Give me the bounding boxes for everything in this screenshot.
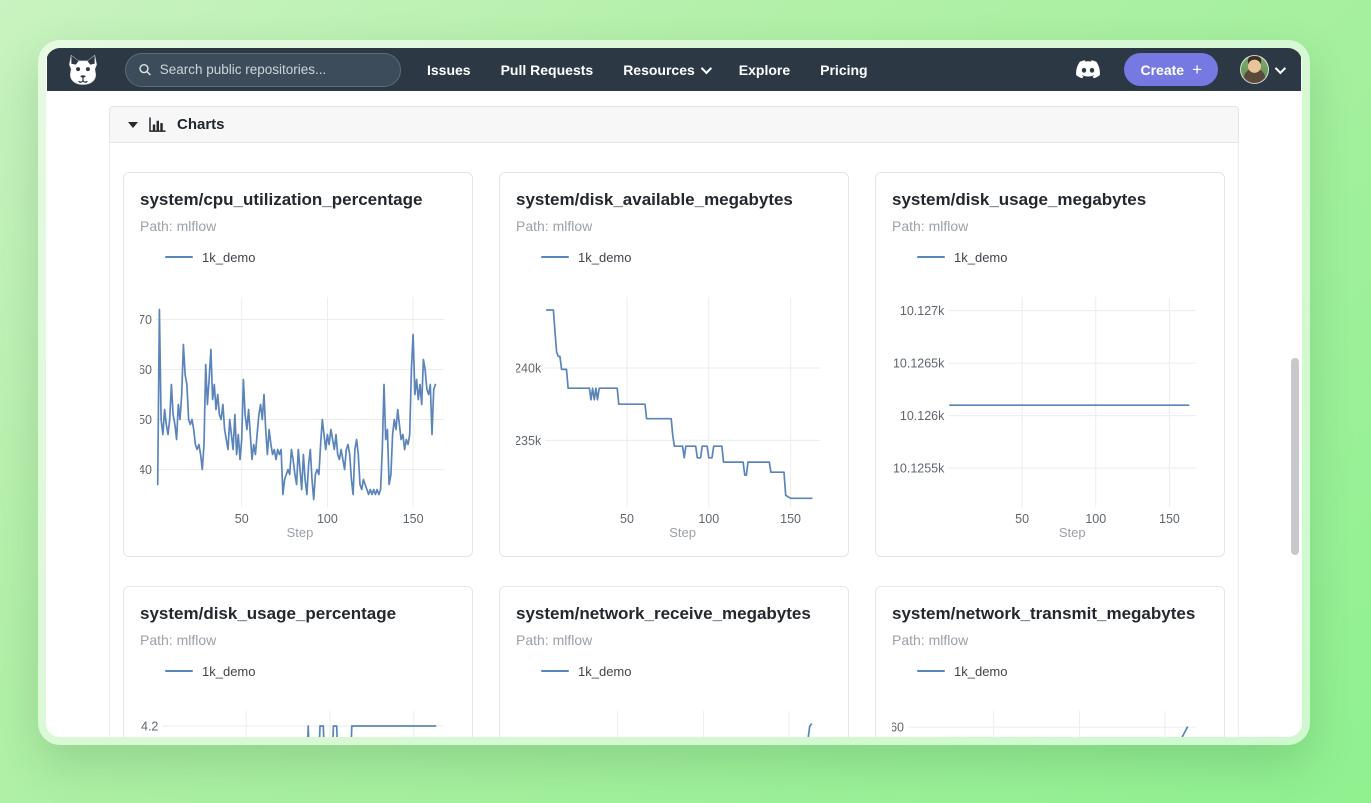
create-button[interactable]: Create + [1124,53,1218,86]
legend-series-label[interactable]: 1k_demo [202,664,255,679]
chart-path-label: Path: mlflow [892,217,1208,235]
chart-card-network-transmit: system/network_transmit_megabytes Path: … [875,586,1225,737]
chevron-down-icon [701,62,712,73]
charts-panel-title: Charts [177,116,225,133]
avatar[interactable] [1240,55,1269,84]
svg-text:70: 70 [140,313,152,327]
svg-text:100: 100 [317,512,338,526]
nav-item-resources-label: Resources [623,62,695,78]
search-bar[interactable] [125,53,401,87]
chart-title: system/network_transmit_megabytes [892,603,1208,625]
svg-text:150: 150 [403,512,424,526]
svg-text:50: 50 [140,413,152,427]
line-plot[interactable]: 50 100 150 10.1255k 10.126k 10.1265k 10.127k St… [892,289,1208,546]
chart-legend: 1k_demo [541,663,832,679]
svg-text:10.1255k: 10.1255k [893,462,945,476]
user-menu-chevron-icon [1275,62,1286,73]
chart-path-label: Path: mlflow [516,217,832,235]
chart-path-label: Path: mlflow [516,631,832,649]
legend-line-swatch[interactable] [165,256,193,259]
create-button-label: Create [1140,62,1184,78]
legend-line-swatch[interactable] [917,256,945,259]
legend-line-swatch[interactable] [541,670,569,673]
line-plot[interactable]: 50 100 150 235k 240k Step [516,289,832,546]
chart-title: system/disk_usage_percentage [140,603,456,625]
vertical-scrollbar-thumb[interactable] [1291,358,1299,555]
plus-icon: + [1192,60,1202,80]
chart-legend: 1k_demo [541,249,832,265]
svg-text:150: 150 [1159,512,1180,526]
top-navbar: Issues Pull Requests Resources Explore P… [47,48,1301,91]
svg-text:240k: 240k [516,361,542,375]
svg-text:10.1265k: 10.1265k [893,357,945,371]
nav-item-issues[interactable]: Issues [427,62,471,78]
svg-text:50: 50 [1015,512,1029,526]
svg-text:50: 50 [235,512,249,526]
svg-text:10.126k: 10.126k [900,409,945,423]
svg-text:40: 40 [140,463,152,477]
line-plot[interactable]: 50100150204060Step [892,703,1208,737]
chart-legend: 1k_demo [165,663,456,679]
discord-icon[interactable] [1076,60,1102,80]
charts-panel-header[interactable]: Charts [109,106,1239,143]
line-plot[interactable]: 50 100 150 40 50 60 70 Step [140,289,456,546]
nav-item-pull-requests[interactable]: Pull Requests [501,62,594,78]
svg-text:10.127k: 10.127k [900,304,945,318]
svg-text:Step: Step [287,525,314,540]
svg-text:100: 100 [1085,512,1106,526]
chart-path-label: Path: mlflow [892,631,1208,649]
charts-panel: Charts system/cpu_utilization_percentage… [109,106,1239,737]
chart-legend: 1k_demo [917,249,1208,265]
line-plot[interactable]: 5010015044.14.2Step [140,703,456,737]
chart-title: system/cpu_utilization_percentage [140,189,456,211]
chart-card-cpu-utilization: system/cpu_utilization_percentage Path: … [123,172,473,557]
legend-series-label[interactable]: 1k_demo [578,250,631,265]
dog-logo-icon [65,53,101,87]
page-content: Charts system/cpu_utilization_percentage… [46,106,1302,737]
search-input[interactable] [160,62,388,77]
charts-grid: system/cpu_utilization_percentage Path: … [109,143,1239,737]
svg-text:150: 150 [780,512,801,526]
svg-text:235k: 235k [516,434,542,448]
nav-item-explore[interactable]: Explore [739,62,790,78]
svg-text:Step: Step [669,525,696,540]
legend-line-swatch[interactable] [165,670,193,673]
chart-legend: 1k_demo [917,663,1208,679]
user-menu[interactable] [1240,55,1283,84]
legend-series-label[interactable]: 1k_demo [954,664,1007,679]
nav-item-resources[interactable]: Resources [623,62,709,78]
chart-card-network-receive: system/network_receive_megabytes Path: m… [499,586,849,737]
svg-text:60: 60 [892,721,904,735]
svg-text:100: 100 [698,512,719,526]
legend-line-swatch[interactable] [541,256,569,259]
nav-links: Issues Pull Requests Resources Explore P… [427,62,868,78]
legend-series-label[interactable]: 1k_demo [578,664,631,679]
chart-path-label: Path: mlflow [140,217,456,235]
collapse-caret-icon [128,122,138,128]
svg-text:Step: Step [1059,525,1086,540]
dagshub-logo[interactable] [65,52,103,88]
legend-series-label[interactable]: 1k_demo [954,250,1007,265]
search-icon [138,62,152,77]
app-window: Issues Pull Requests Resources Explore P… [38,40,1310,745]
bar-chart-icon [149,117,166,132]
svg-text:60: 60 [140,363,152,377]
svg-text:4.2: 4.2 [141,720,158,734]
chart-legend: 1k_demo [165,249,456,265]
app-window-inner: Issues Pull Requests Resources Explore P… [46,48,1302,737]
chart-card-disk-usage-pct: system/disk_usage_percentage Path: mlflo… [123,586,473,737]
chart-title: system/network_receive_megabytes [516,603,832,625]
chart-card-disk-available: system/disk_available_megabytes Path: ml… [499,172,849,557]
line-plot[interactable]: 5010015024Step [516,703,832,737]
nav-item-pricing[interactable]: Pricing [820,62,867,78]
legend-series-label[interactable]: 1k_demo [202,250,255,265]
chart-title: system/disk_usage_megabytes [892,189,1208,211]
chart-card-disk-usage-mb: system/disk_usage_megabytes Path: mlflow… [875,172,1225,557]
svg-text:50: 50 [620,512,634,526]
chart-path-label: Path: mlflow [140,631,456,649]
chart-title: system/disk_available_megabytes [516,189,832,211]
legend-line-swatch[interactable] [917,670,945,673]
